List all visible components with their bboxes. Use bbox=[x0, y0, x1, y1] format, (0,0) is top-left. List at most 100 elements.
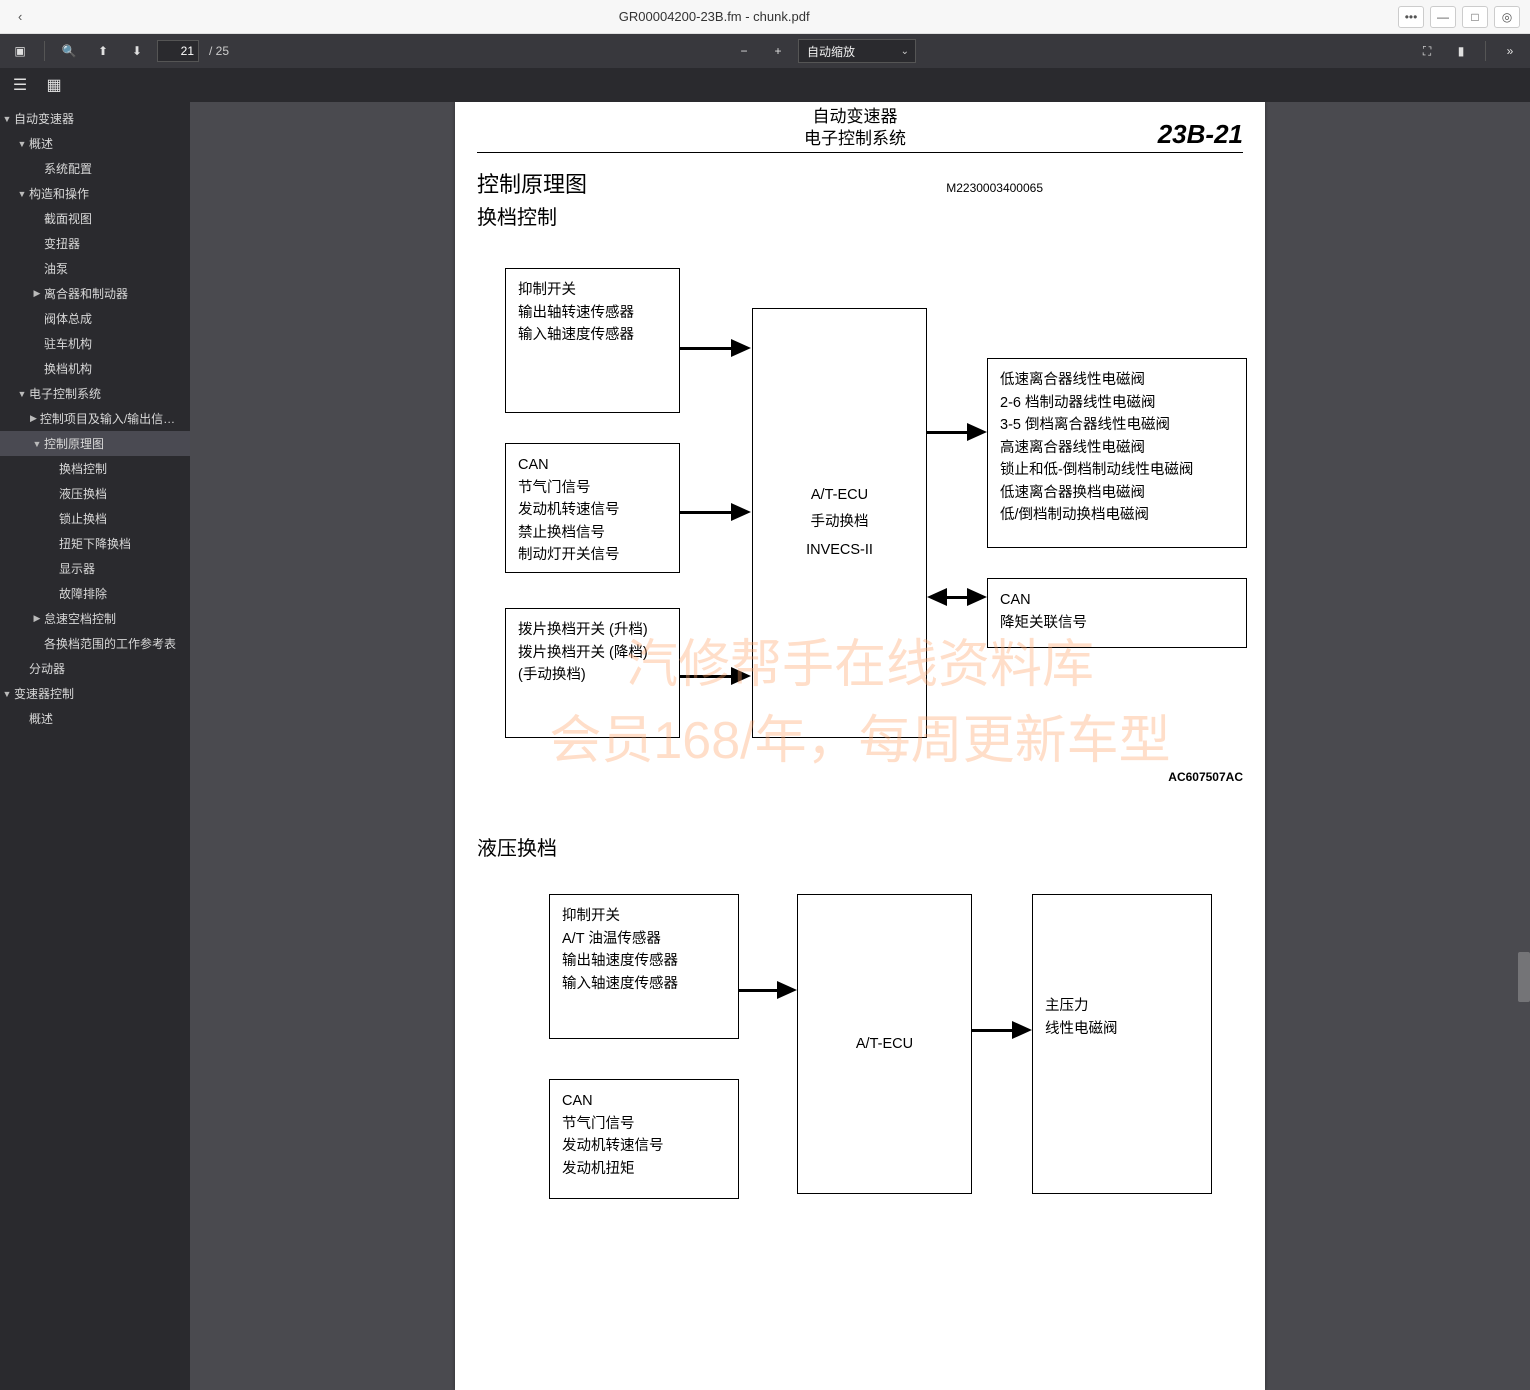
maximize-icon[interactable]: □ bbox=[1462, 6, 1488, 28]
tools-icon[interactable]: » bbox=[1496, 37, 1524, 65]
zoom-in-icon[interactable]: + bbox=[764, 37, 792, 65]
diagram-box: 主压力线性电磁阀 bbox=[1032, 894, 1212, 1194]
outline-item-label: 换档控制 bbox=[59, 460, 107, 477]
outline-item[interactable]: •油泵 bbox=[0, 256, 190, 281]
outline-item[interactable]: •换档机构 bbox=[0, 356, 190, 381]
outline-item-label: 系统配置 bbox=[44, 160, 92, 177]
pdf-viewer[interactable]: 自动变速器 电子控制系统 23B-21 控制原理图 M2230003400065… bbox=[190, 102, 1530, 1390]
outline-item[interactable]: •显示器 bbox=[0, 556, 190, 581]
outline-item-label: 各换档范围的工作参考表 bbox=[44, 635, 176, 652]
outline-item[interactable]: •驻车机构 bbox=[0, 331, 190, 356]
zoom-out-icon[interactable]: − bbox=[730, 37, 758, 65]
outline-sidebar[interactable]: ▼自动变速器▼概述•系统配置▼构造和操作•截面视图•变扭器•油泵▶离合器和制动器… bbox=[0, 102, 190, 1390]
outline-item[interactable]: •扭矩下降换档 bbox=[0, 531, 190, 556]
outline-item[interactable]: ▶离合器和制动器 bbox=[0, 281, 190, 306]
outline-item-label: 显示器 bbox=[59, 560, 95, 577]
chevron-right-icon[interactable]: ▶ bbox=[27, 413, 40, 424]
outline-item-label: 阀体总成 bbox=[44, 310, 92, 327]
outline-item[interactable]: ▼变速器控制 bbox=[0, 681, 190, 706]
outline-item-label: 锁止换档 bbox=[59, 510, 107, 527]
outline-item[interactable]: ▼电子控制系统 bbox=[0, 381, 190, 406]
sidebar-toggle-icon[interactable]: ▣ bbox=[6, 37, 34, 65]
back-icon[interactable]: ‹ bbox=[10, 9, 30, 24]
diagram-text: 禁止换档信号 bbox=[518, 522, 667, 544]
outline-item[interactable]: ▼控制原理图 bbox=[0, 431, 190, 456]
chevron-down-icon[interactable]: ▼ bbox=[15, 389, 29, 399]
diagram-text: 低速离合器线性电磁阀 bbox=[1000, 369, 1234, 391]
diagram-text: A/T 油温传感器 bbox=[562, 928, 726, 950]
doc-code: M2230003400065 bbox=[477, 181, 1243, 195]
outline-item[interactable]: •分动器 bbox=[0, 656, 190, 681]
diagram-shift-control: 抑制开关输出轴转速传感器输入轴速度传感器 CAN节气门信号发动机转速信号禁止换档… bbox=[477, 248, 1243, 808]
diagram-text: 降矩关联信号 bbox=[1000, 612, 1234, 634]
outline-item-label: 概述 bbox=[29, 135, 53, 152]
outline-item[interactable]: •各换档范围的工作参考表 bbox=[0, 631, 190, 656]
page-up-icon[interactable]: ⬆ bbox=[89, 37, 117, 65]
diagram-text: INVECS-II bbox=[806, 537, 873, 565]
section-subtitle-2: 液压换档 bbox=[477, 832, 1243, 861]
diagram-text: 节气门信号 bbox=[518, 477, 667, 499]
diagram-text: 拨片换档开关 (升档) bbox=[518, 619, 667, 641]
outline-item[interactable]: ▶怠速空档控制 bbox=[0, 606, 190, 631]
outline-item[interactable]: •阀体总成 bbox=[0, 306, 190, 331]
outline-item-label: 扭矩下降换档 bbox=[59, 535, 131, 552]
diagram-box: CAN节气门信号发动机转速信号禁止换档信号制动灯开关信号 bbox=[505, 443, 680, 573]
outline-item-label: 截面视图 bbox=[44, 210, 92, 227]
outline-item[interactable]: •锁止换档 bbox=[0, 506, 190, 531]
zoom-select[interactable]: 自动缩放 ⌄ bbox=[798, 39, 916, 63]
diagram-box: 拨片换档开关 (升档)拨片换档开关 (降档)(手动换档) bbox=[505, 608, 680, 738]
outline-item-label: 驻车机构 bbox=[44, 335, 92, 352]
chevron-down-icon[interactable]: ▼ bbox=[0, 689, 14, 699]
diagram-box: 抑制开关输出轴转速传感器输入轴速度传感器 bbox=[505, 268, 680, 413]
page-down-icon[interactable]: ⬇ bbox=[123, 37, 151, 65]
outline-item[interactable]: •概述 bbox=[0, 706, 190, 731]
search-icon[interactable]: 🔍 bbox=[55, 37, 83, 65]
diagram-text: 高速离合器线性电磁阀 bbox=[1000, 437, 1234, 459]
chevron-down-icon[interactable]: ▼ bbox=[30, 439, 44, 449]
outline-item[interactable]: •截面视图 bbox=[0, 206, 190, 231]
diagram-text: 低/倒档制动换档电磁阀 bbox=[1000, 504, 1234, 526]
chevron-right-icon[interactable]: ▶ bbox=[30, 288, 44, 299]
sidebar-toolbar: ☰ ▦ bbox=[0, 68, 1530, 102]
bookmark-icon[interactable]: ▮ bbox=[1447, 37, 1475, 65]
chevron-down-icon[interactable]: ▼ bbox=[15, 139, 29, 149]
outline-item[interactable]: •换档控制 bbox=[0, 456, 190, 481]
chevron-down-icon[interactable]: ▼ bbox=[15, 189, 29, 199]
zoom-select-label: 自动缩放 bbox=[807, 43, 855, 60]
figure-code: AC607507AC bbox=[1168, 770, 1243, 784]
presentation-icon[interactable]: ⛶ bbox=[1413, 37, 1441, 65]
outline-view-icon[interactable]: ☰ bbox=[6, 71, 34, 99]
outline-item[interactable]: •系统配置 bbox=[0, 156, 190, 181]
diagram-text: CAN bbox=[518, 454, 667, 476]
diagram-box: 抑制开关A/T 油温传感器输出轴速度传感器输入轴速度传感器 bbox=[549, 894, 739, 1039]
window-title: GR00004200-23B.fm - chunk.pdf bbox=[30, 9, 1398, 24]
outline-item[interactable]: ▼自动变速器 bbox=[0, 106, 190, 131]
page-number-label: 23B-21 bbox=[1113, 119, 1243, 150]
minimize-icon[interactable]: — bbox=[1430, 6, 1456, 28]
diagram-text: 低速离合器换档电磁阀 bbox=[1000, 482, 1234, 504]
more-icon[interactable]: ••• bbox=[1398, 6, 1424, 28]
diagram-text: 抑制开关 bbox=[562, 905, 726, 927]
outline-item-label: 分动器 bbox=[29, 660, 65, 677]
outline-item[interactable]: •变扭器 bbox=[0, 231, 190, 256]
page-header-line2: 电子控制系统 bbox=[597, 128, 1113, 150]
outline-item[interactable]: ▼概述 bbox=[0, 131, 190, 156]
outline-item[interactable]: ▶控制项目及输入/输出信号列表 bbox=[0, 406, 190, 431]
target-icon[interactable]: ◎ bbox=[1494, 6, 1520, 28]
pdf-page: 自动变速器 电子控制系统 23B-21 控制原理图 M2230003400065… bbox=[455, 102, 1265, 1390]
outline-item[interactable]: •故障排除 bbox=[0, 581, 190, 606]
chevron-right-icon[interactable]: ▶ bbox=[30, 613, 44, 624]
chevron-down-icon[interactable]: ▼ bbox=[0, 114, 14, 124]
section-subtitle-1: 换档控制 bbox=[477, 201, 1243, 230]
scrollbar-thumb[interactable] bbox=[1518, 952, 1530, 1002]
diagram-box-ecu: A/T-ECU bbox=[797, 894, 972, 1194]
diagram-box-ecu: A/T-ECU手动换档INVECS-II bbox=[752, 308, 927, 738]
outline-item-label: 离合器和制动器 bbox=[44, 285, 128, 302]
outline-item[interactable]: •液压换档 bbox=[0, 481, 190, 506]
outline-item[interactable]: ▼构造和操作 bbox=[0, 181, 190, 206]
thumbnail-view-icon[interactable]: ▦ bbox=[40, 71, 68, 99]
page-number-input[interactable] bbox=[157, 40, 199, 62]
diagram-text: A/T-ECU bbox=[811, 482, 868, 510]
outline-item-label: 构造和操作 bbox=[29, 185, 89, 202]
diagram-text: (手动换档) bbox=[518, 664, 667, 686]
